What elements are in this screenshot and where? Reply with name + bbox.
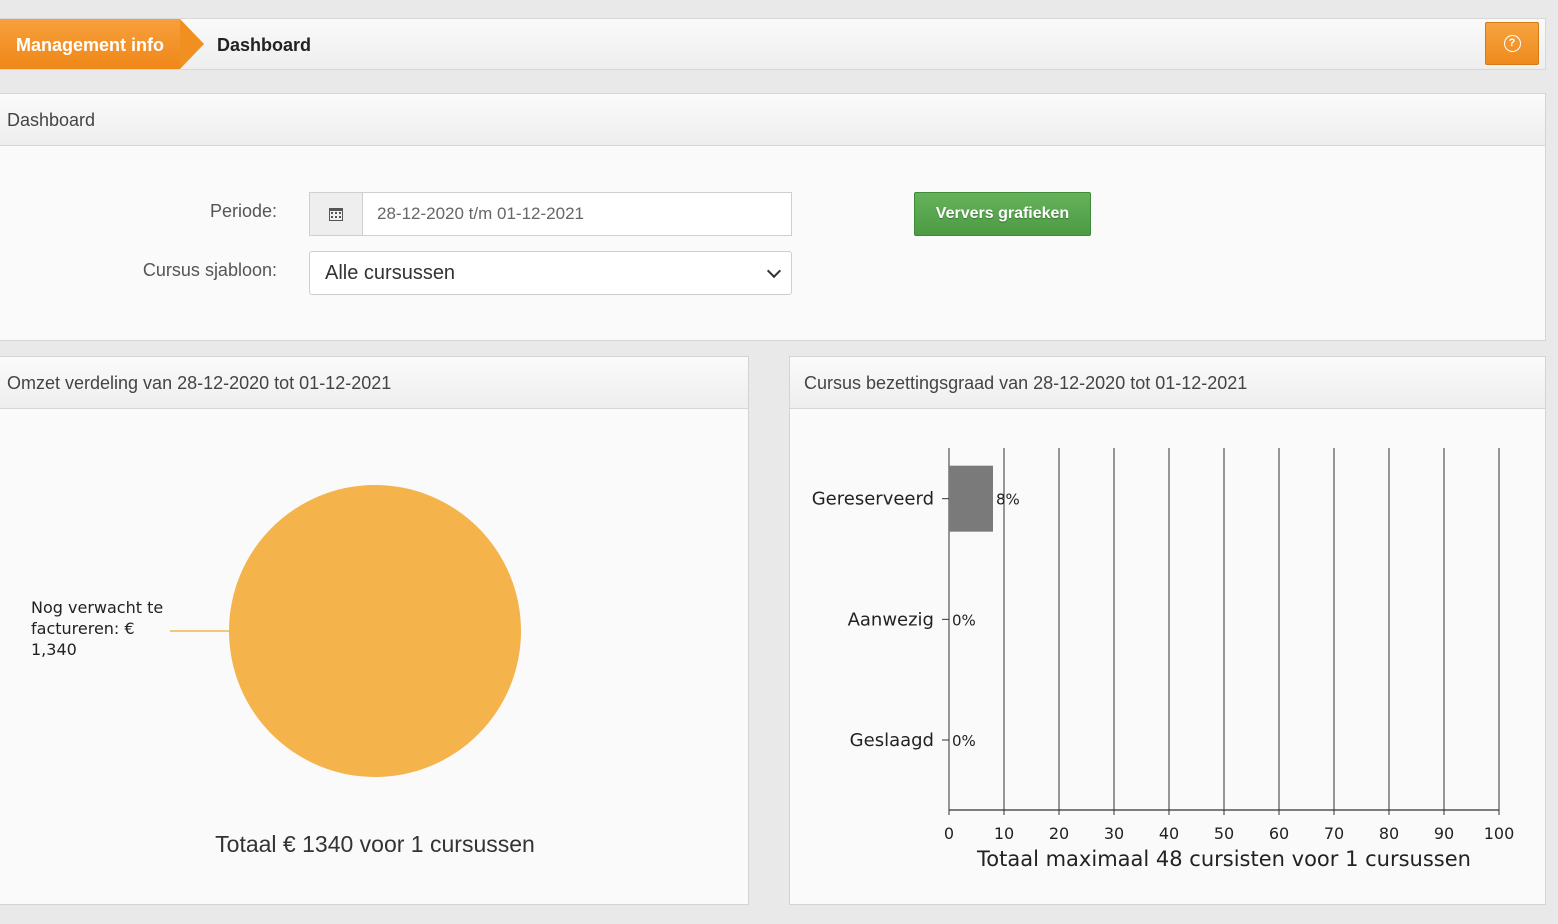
chevron-down-icon (766, 263, 782, 279)
x-tick-label: 80 (1379, 824, 1399, 843)
x-tick-label: 40 (1159, 824, 1179, 843)
periode-date-range[interactable] (309, 192, 792, 236)
x-tick-label: 90 (1434, 824, 1454, 843)
calendar-button[interactable] (310, 193, 363, 235)
breadcrumb-management-info[interactable]: Management info (0, 19, 204, 69)
cursus-sjabloon-select[interactable]: Alle cursussen (309, 251, 792, 295)
x-tick-label: 70 (1324, 824, 1344, 843)
bar-value-label: 8% (996, 491, 1020, 509)
cursus-sjabloon-label: Cursus sjabloon: (142, 260, 277, 280)
pie-slice (229, 485, 521, 777)
omzet-total: Totaal € 1340 voor 1 cursussen (215, 831, 535, 857)
bar-value-label: 0% (952, 732, 976, 750)
help-button[interactable]: ? (1485, 22, 1539, 65)
breadcrumb-bar: Management info Dashboard ? (0, 18, 1546, 70)
omzet-panel-title: Omzet verdeling van 28-12-2020 tot 01-12… (0, 357, 748, 409)
y-category-label: Gereserveerd (812, 489, 934, 510)
pie-slice-label: Nog verwacht te (31, 598, 163, 617)
x-tick-label: 0 (944, 824, 954, 843)
pie-slice-label: 1,340 (31, 640, 77, 659)
bar (949, 465, 993, 532)
omzet-panel: Omzet verdeling van 28-12-2020 tot 01-12… (0, 356, 749, 905)
x-tick-label: 100 (1484, 824, 1515, 843)
y-category-label: Geslaagd (850, 730, 934, 751)
calendar-icon (329, 207, 343, 221)
periode-input[interactable] (363, 193, 791, 235)
bar-value-label: 0% (952, 611, 976, 629)
breadcrumb-dashboard: Dashboard (217, 35, 312, 55)
dashboard-filter-panel: Dashboard Periode: Cursus sjabloon: Alle… (0, 93, 1546, 341)
panel-title: Dashboard (0, 94, 1545, 146)
bezetting-panel: Cursus bezettingsgraad van 28-12-2020 to… (789, 356, 1546, 905)
omzet-pie-chart: Nog verwacht te factureren: € 1,340 (31, 485, 521, 777)
x-tick-label: 10 (994, 824, 1014, 843)
refresh-charts-button[interactable]: Ververs grafieken (914, 192, 1091, 236)
question-circle-icon: ? (1503, 35, 1521, 52)
bezetting-bar-chart: 0 10 20 30 40 50 60 70 80 90 100 Gereserveerd 8% Aanw… (812, 448, 1515, 871)
periode-label: Periode: (209, 201, 277, 221)
y-category-label: Aanwezig (848, 609, 934, 630)
x-tick-label: 30 (1104, 824, 1124, 843)
pie-slice-label: factureren: € (31, 619, 135, 638)
x-tick-label: 60 (1269, 824, 1289, 843)
bezetting-panel-title: Cursus bezettingsgraad van 28-12-2020 to… (790, 357, 1545, 409)
select-value: Alle cursussen (325, 262, 456, 284)
x-tick-label: 50 (1214, 824, 1234, 843)
x-tick-label: 20 (1049, 824, 1069, 843)
x-axis-label: Totaal maximaal 48 cursisten voor 1 curs… (976, 847, 1471, 871)
